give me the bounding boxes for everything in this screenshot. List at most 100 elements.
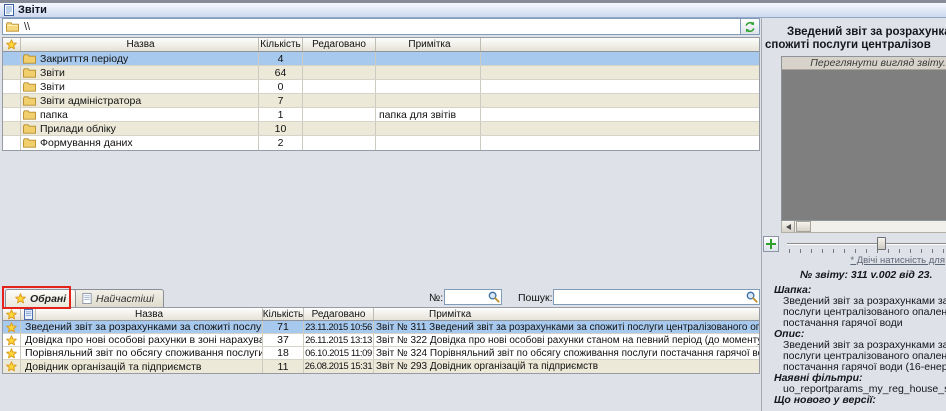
- open-folder-icon: [6, 22, 19, 32]
- text-search-input[interactable]: [554, 291, 746, 303]
- slider-track[interactable]: [787, 243, 946, 245]
- scrollbar-thumb[interactable]: [796, 221, 811, 232]
- folder-name: Звіти адміністратора: [40, 95, 141, 107]
- plus-icon: [766, 239, 776, 249]
- report-name: Довідник організацій та підприємств: [21, 360, 263, 373]
- table-row[interactable]: папка 1 папка для звітів: [3, 108, 759, 122]
- folder-name: папка: [40, 109, 68, 121]
- folder-name: Прилади обліку: [40, 123, 116, 135]
- favorite-column-header[interactable]: [3, 38, 21, 51]
- tab-favorites-label: Обрані: [30, 293, 66, 305]
- zoom-controls: [762, 236, 946, 254]
- report-name: Зведений звіт за розрахунками за спожиті…: [21, 321, 263, 333]
- report-window-icon: [4, 4, 14, 16]
- folder-note: [376, 122, 481, 135]
- column-header-name[interactable]: Назва: [21, 38, 259, 51]
- report-note: Звіт № 324 Порівняльний звіт по обсягу с…: [374, 347, 759, 359]
- favorite-column-header[interactable]: [3, 308, 21, 320]
- main-area: \\ Назва Кількість Редаговано Примітка: [0, 18, 946, 411]
- folders-panel: \\ Назва Кількість Редаговано Примітка: [2, 18, 760, 411]
- report-list-icon: [82, 293, 92, 304]
- folder-count: 7: [259, 94, 303, 107]
- preview-hscrollbar[interactable]: [781, 221, 946, 233]
- column-header-note[interactable]: Примітка: [374, 308, 759, 320]
- folder-name: Закритття періоду: [40, 53, 128, 65]
- folder-name: Звіти: [40, 67, 65, 79]
- section-heading-whats-new: Що нового у версії:: [762, 395, 946, 406]
- report-count: 71: [263, 321, 304, 333]
- folder-edited: [303, 94, 376, 107]
- folder-icon: [23, 110, 36, 120]
- star-icon[interactable]: [6, 322, 17, 333]
- report-name: Довідка про нові особові рахунки в зоні …: [21, 334, 263, 346]
- preview-caption: Переглянути вигляд звіту...: [782, 57, 946, 70]
- refresh-button[interactable]: [741, 18, 760, 35]
- star-icon[interactable]: [6, 348, 17, 359]
- column-header-filler: [481, 38, 759, 51]
- table-row[interactable]: Довідка про нові особові рахунки в зоні …: [3, 334, 759, 347]
- reports-window: Звіти \\ Назва Кільк: [0, 0, 946, 411]
- folder-count: 1: [259, 108, 303, 121]
- report-preview-box[interactable]: Переглянути вигляд звіту...: [781, 56, 946, 221]
- folder-note: [376, 136, 481, 150]
- folder-note: [376, 94, 481, 107]
- star-icon[interactable]: [6, 361, 17, 372]
- folder-note: [376, 52, 481, 65]
- folder-note: [376, 66, 481, 79]
- column-header-count[interactable]: Кількість: [263, 308, 304, 320]
- tab-favorites[interactable]: Обрані: [5, 289, 76, 307]
- number-search-input[interactable]: [445, 291, 488, 303]
- column-header-edited[interactable]: Редаговано: [303, 38, 376, 51]
- search-icon[interactable]: [746, 291, 758, 303]
- table-row[interactable]: Формування даних 2: [3, 136, 759, 150]
- favorites-table-header: Назва Кількість Редаговано Примітка: [3, 308, 759, 321]
- star-icon: [6, 39, 17, 50]
- current-path: \\: [24, 21, 30, 33]
- report-count: 37: [263, 334, 304, 346]
- report-preview-panel: Зведений звіт за розрахунка спожиті посл…: [761, 18, 946, 411]
- folder-icon: [23, 54, 36, 64]
- table-row[interactable]: Звіти адміністратора 7: [3, 94, 759, 108]
- table-row[interactable]: Звіти 64: [3, 66, 759, 80]
- table-row[interactable]: Довідник організацій та підприємств 11 2…: [3, 360, 759, 373]
- star-icon: [15, 293, 26, 304]
- zoom-hint-link[interactable]: * Двічі натисність для: [762, 255, 946, 266]
- folder-edited: [303, 136, 376, 150]
- table-row[interactable]: Прилади обліку 10: [3, 122, 759, 136]
- folder-count: 10: [259, 122, 303, 135]
- folder-count: 2: [259, 136, 303, 150]
- table-row[interactable]: Закритття періоду 4: [3, 52, 759, 66]
- zoom-slider[interactable]: [785, 236, 946, 254]
- text-search-wrap: [553, 289, 760, 305]
- path-bar: \\: [2, 18, 760, 35]
- report-title: Зведений звіт за розрахунка спожиті посл…: [762, 26, 946, 52]
- preview-canvas[interactable]: [782, 70, 946, 220]
- report-edited: 26.08.2015 15:31: [304, 360, 374, 373]
- folder-icon: [23, 96, 36, 106]
- column-header-note[interactable]: Примітка: [376, 38, 481, 51]
- window-titlebar: Звіти: [0, 3, 946, 18]
- folder-edited: [303, 66, 376, 79]
- report-edited: 23.11.2015 10:56: [304, 321, 374, 333]
- tabs-row: Обрані Найчастіші №: Пошук:: [2, 288, 760, 307]
- table-row[interactable]: Зведений звіт за розрахунками за спожиті…: [3, 321, 759, 334]
- table-row[interactable]: Порівняльний звіт по обсягу споживання п…: [3, 347, 759, 360]
- column-header-edited[interactable]: Редаговано: [304, 308, 374, 320]
- report-type-column-header[interactable]: [21, 308, 36, 320]
- folder-edited: [303, 80, 376, 93]
- refresh-icon: [744, 21, 756, 33]
- folder-count: 64: [259, 66, 303, 79]
- folder-note: [376, 80, 481, 93]
- zoom-in-button[interactable]: [763, 236, 779, 252]
- scroll-left-button[interactable]: [782, 221, 795, 232]
- column-header-count[interactable]: Кількість: [259, 38, 303, 51]
- tab-frequent-label: Найчастіші: [96, 293, 154, 305]
- star-icon[interactable]: [6, 335, 17, 346]
- search-icon[interactable]: [488, 291, 500, 303]
- table-row[interactable]: Звіти 0: [3, 80, 759, 94]
- column-header-name[interactable]: Назва: [36, 308, 263, 320]
- folder-path-field[interactable]: \\: [2, 18, 741, 35]
- tab-frequent[interactable]: Найчастіші: [72, 289, 164, 307]
- report-number: № звіту: 311 v.002 від 23.: [762, 269, 946, 281]
- report-count: 18: [263, 347, 304, 359]
